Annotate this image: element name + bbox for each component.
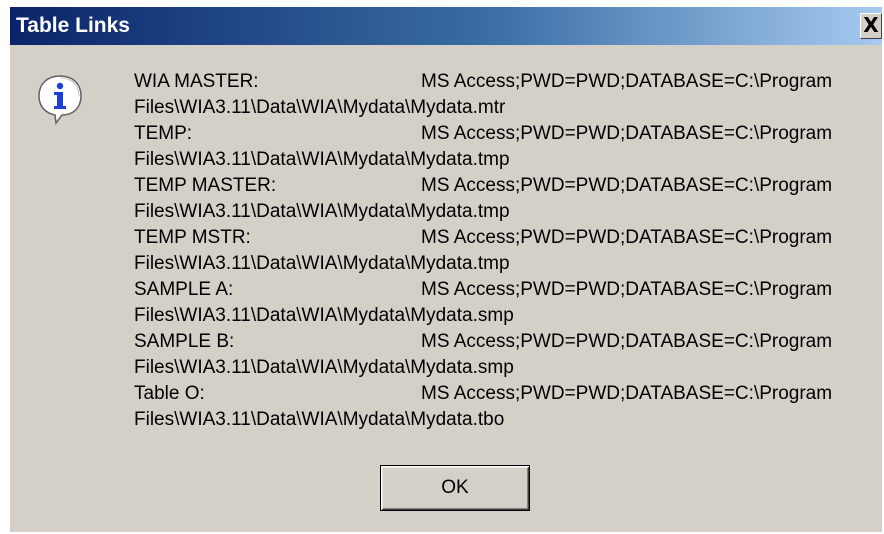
link-name: Table O: bbox=[134, 383, 205, 404]
link-connect: MS Access;PWD=PWD;DATABASE=C:\Program bbox=[421, 227, 833, 248]
link-name: TEMP: bbox=[134, 123, 193, 144]
title-bar[interactable]: Table Links X bbox=[10, 7, 882, 45]
link-connect: MS Access;PWD=PWD;DATABASE=C:\Program bbox=[421, 123, 833, 144]
close-icon: X bbox=[863, 13, 879, 37]
link-path: Files\WIA3.11\Data\WIA\Mydata\Mydata.tmp bbox=[134, 201, 510, 222]
link-path: Files\WIA3.11\Data\WIA\Mydata\Mydata.tmp bbox=[134, 149, 510, 170]
link-path: Files\WIA3.11\Data\WIA\Mydata\Mydata.smp bbox=[134, 357, 514, 378]
link-entry: TEMP: MS Access;PWD=PWD;DATABASE=C:\Progr… bbox=[134, 121, 882, 173]
link-entry: TEMP MASTER: MS Access;PWD=PWD;DATABASE=C… bbox=[134, 173, 882, 225]
link-path: Files\WIA3.11\Data\WIA\Mydata\Mydata.tmp bbox=[134, 253, 510, 274]
link-entry: TEMP MSTR: MS Access;PWD=PWD;DATABASE=C:\… bbox=[134, 225, 882, 277]
link-connect: MS Access;PWD=PWD;DATABASE=C:\Program bbox=[421, 331, 833, 352]
close-button[interactable]: X bbox=[860, 13, 882, 39]
link-entry: SAMPLE A: MS Access;PWD=PWD;DATABASE=C:\P… bbox=[134, 277, 882, 329]
ok-button[interactable]: OK bbox=[380, 465, 530, 511]
link-name: SAMPLE B: bbox=[134, 331, 235, 352]
link-entry: SAMPLE B: MS Access;PWD=PWD;DATABASE=C:\P… bbox=[134, 329, 882, 381]
link-entry: Table O: MS Access;PWD=PWD;DATABASE=C:\Pr… bbox=[134, 381, 882, 433]
link-name: TEMP MSTR: bbox=[134, 227, 251, 248]
info-icon bbox=[38, 75, 82, 125]
window-title: Table Links bbox=[16, 14, 130, 37]
link-path: Files\WIA3.11\Data\WIA\Mydata\Mydata.tbo bbox=[134, 409, 505, 430]
link-path: Files\WIA3.11\Data\WIA\Mydata\Mydata.mtr bbox=[134, 97, 506, 118]
link-path: Files\WIA3.11\Data\WIA\Mydata\Mydata.smp bbox=[134, 305, 514, 326]
link-name: TEMP MASTER: bbox=[134, 175, 277, 196]
link-name: SAMPLE A: bbox=[134, 279, 234, 300]
table-links-dialog: Table Links X WIA MASTER: MS Access;PWD=P… bbox=[10, 7, 882, 532]
link-connect: MS Access;PWD=PWD;DATABASE=C:\Program bbox=[421, 383, 833, 404]
table-links-list: WIA MASTER: MS Access;PWD=PWD;DATABASE=C:… bbox=[134, 69, 882, 433]
link-connect: MS Access;PWD=PWD;DATABASE=C:\Program bbox=[421, 71, 833, 92]
link-name: WIA MASTER: bbox=[134, 71, 259, 92]
link-connect: MS Access;PWD=PWD;DATABASE=C:\Program bbox=[421, 175, 833, 196]
link-entry: WIA MASTER: MS Access;PWD=PWD;DATABASE=C:… bbox=[134, 69, 882, 121]
link-connect: MS Access;PWD=PWD;DATABASE=C:\Program bbox=[421, 279, 833, 300]
